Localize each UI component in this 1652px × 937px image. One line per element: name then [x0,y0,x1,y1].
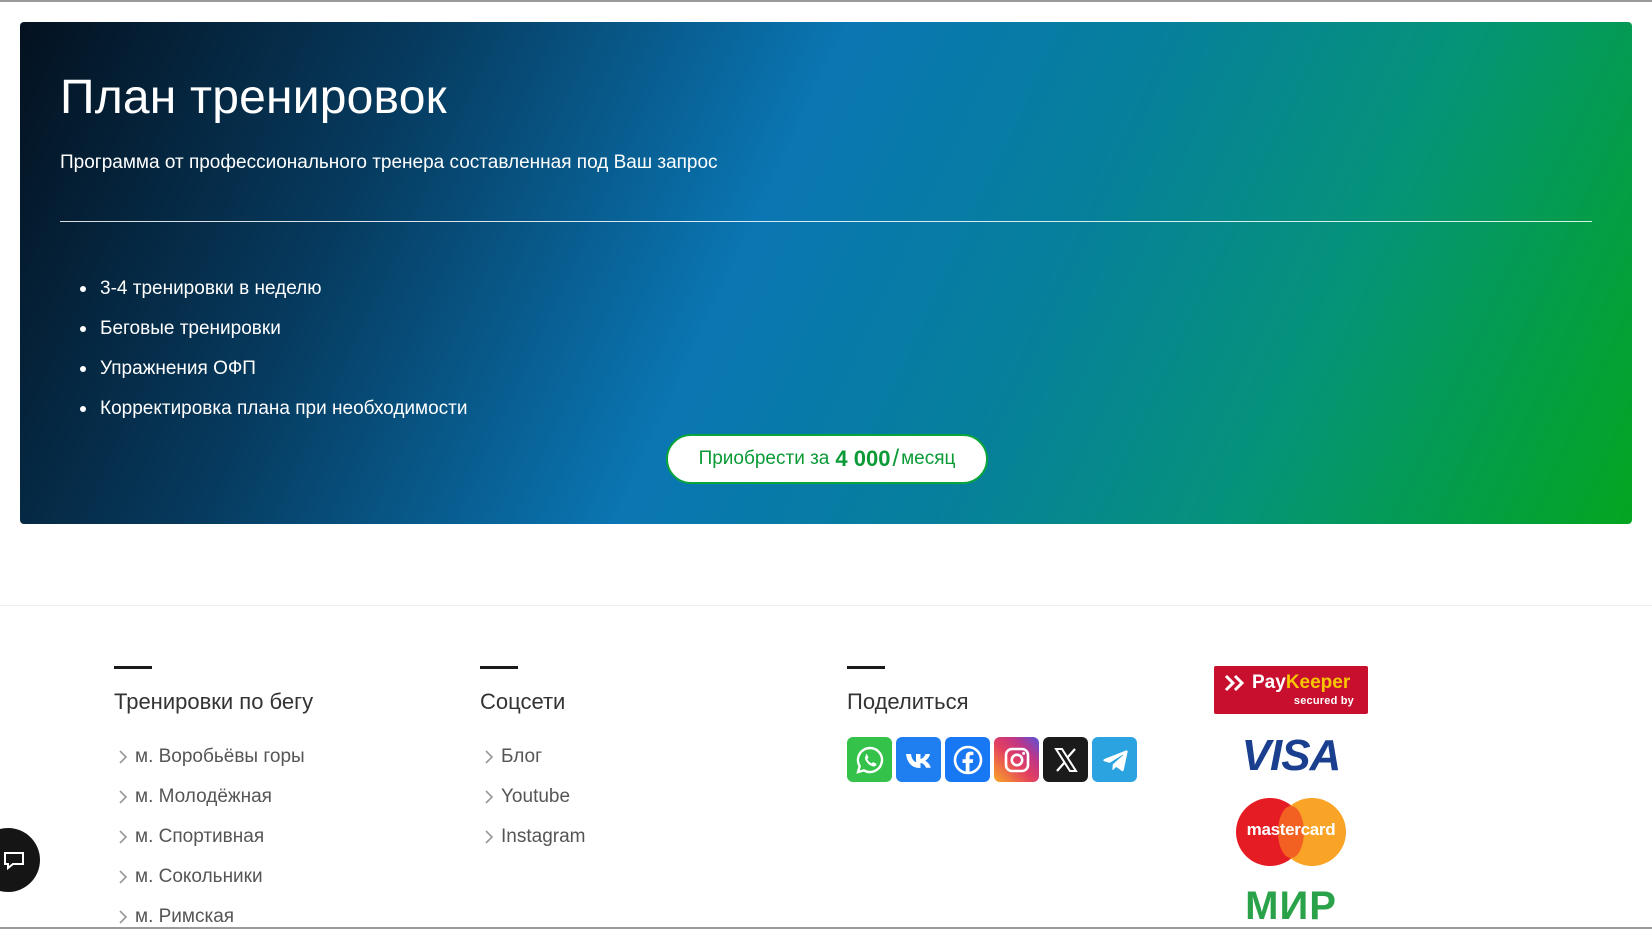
banner-divider [60,221,1592,222]
feature-item: 3-4 тренировки в неделю [80,277,467,317]
footer-link-label: м. Римская [135,906,235,927]
telegram-icon [1102,749,1128,771]
footer-link-label: м. Сокольники [135,866,263,887]
column-title: Поделиться [847,689,969,714]
feature-list: 3-4 тренировки в неделю Беговые трениров… [80,277,467,437]
x-share-button[interactable] [1043,737,1088,782]
column-title: Тренировки по бегу [114,689,314,714]
column-accent-bar [847,666,885,669]
x-icon [1053,747,1078,772]
paykeeper-secured-label: secured by [1293,695,1354,707]
footer-separator [0,605,1652,606]
buy-button-slash: / [892,445,900,472]
share-buttons [847,737,1137,782]
feature-item: Корректировка плана при необходимости [80,397,467,437]
chevron-right-icon [485,830,494,844]
footer-link-label: м. Воробьёвы горы [135,746,305,767]
footer-link-label: м. Молодёжная [135,786,272,807]
chat-widget-button[interactable] [0,828,40,892]
double-chevron-icon [1224,674,1245,692]
footer-link-label: Блог [501,746,543,767]
chevron-right-icon [485,750,494,764]
mastercard-logo: mastercard [1236,798,1346,866]
instagram-icon [1004,747,1029,772]
footer-link[interactable]: м. Спортивная [114,817,313,857]
feature-item: Беговые тренировки [80,317,467,357]
buy-button-price: 4 000 [835,446,891,471]
instagram-share-button[interactable] [994,737,1039,782]
vk-icon [905,753,931,768]
chevron-right-icon [485,790,494,804]
chevron-right-icon [119,830,128,844]
chevron-right-icon [119,910,128,924]
footer-column-running: Тренировки по бегу м. Воробьёвы горы м. … [114,666,313,937]
top-border [0,0,1652,2]
footer-link[interactable]: Блог [480,737,585,777]
vk-share-button[interactable] [896,737,941,782]
visa-logo: VISA [1241,731,1342,780]
footer-link[interactable]: м. Сокольники [114,857,313,897]
whatsapp-share-button[interactable] [847,737,892,782]
training-plan-banner: План тренировок Программа от профессиона… [20,22,1632,524]
column-title: Соцсети [480,689,566,714]
paykeeper-logo: PayKeeper secured by [1214,666,1368,714]
footer-column-socials: Соцсети Блог Youtube Instagram [480,666,585,857]
paykeeper-brand-pay: Pay [1252,672,1286,693]
footer-link-label: Youtube [501,786,571,807]
buy-button[interactable]: Приобрести за 4 000 / месяц [666,434,988,484]
footer-link[interactable]: м. Воробьёвы горы [114,737,313,777]
footer-link[interactable]: Instagram [480,817,585,857]
footer-link-label: Instagram [501,826,586,847]
feature-item: Упражнения ОФП [80,357,467,397]
facebook-share-button[interactable] [945,737,990,782]
buy-button-prefix: Приобрести за [698,448,830,469]
banner-subtitle: Программа от профессионального тренера с… [60,152,718,173]
chevron-right-icon [119,870,128,884]
chevron-right-icon [119,750,128,764]
chevron-right-icon [119,790,128,804]
telegram-share-button[interactable] [1092,737,1137,782]
paykeeper-brand-keeper: Keeper [1285,672,1351,693]
footer-link-label: м. Спортивная [135,826,265,847]
mir-logo: МИР [1245,884,1337,928]
footer-link[interactable]: м. Молодёжная [114,777,313,817]
buy-button-period: месяц [901,448,956,469]
facebook-icon [953,745,982,774]
chat-icon [4,852,24,871]
column-accent-bar [114,666,152,669]
footer-column-share: Поделиться [847,666,1137,782]
mastercard-wordmark: mastercard [1246,820,1336,839]
footer-link[interactable]: Youtube [480,777,585,817]
payment-logos: PayKeeper secured by VISA mastercard МИР [1214,666,1368,928]
footer-link[interactable]: м. Римская [114,897,313,937]
column-accent-bar [480,666,518,669]
page-title: План тренировок [60,71,447,124]
whatsapp-icon [855,746,883,774]
